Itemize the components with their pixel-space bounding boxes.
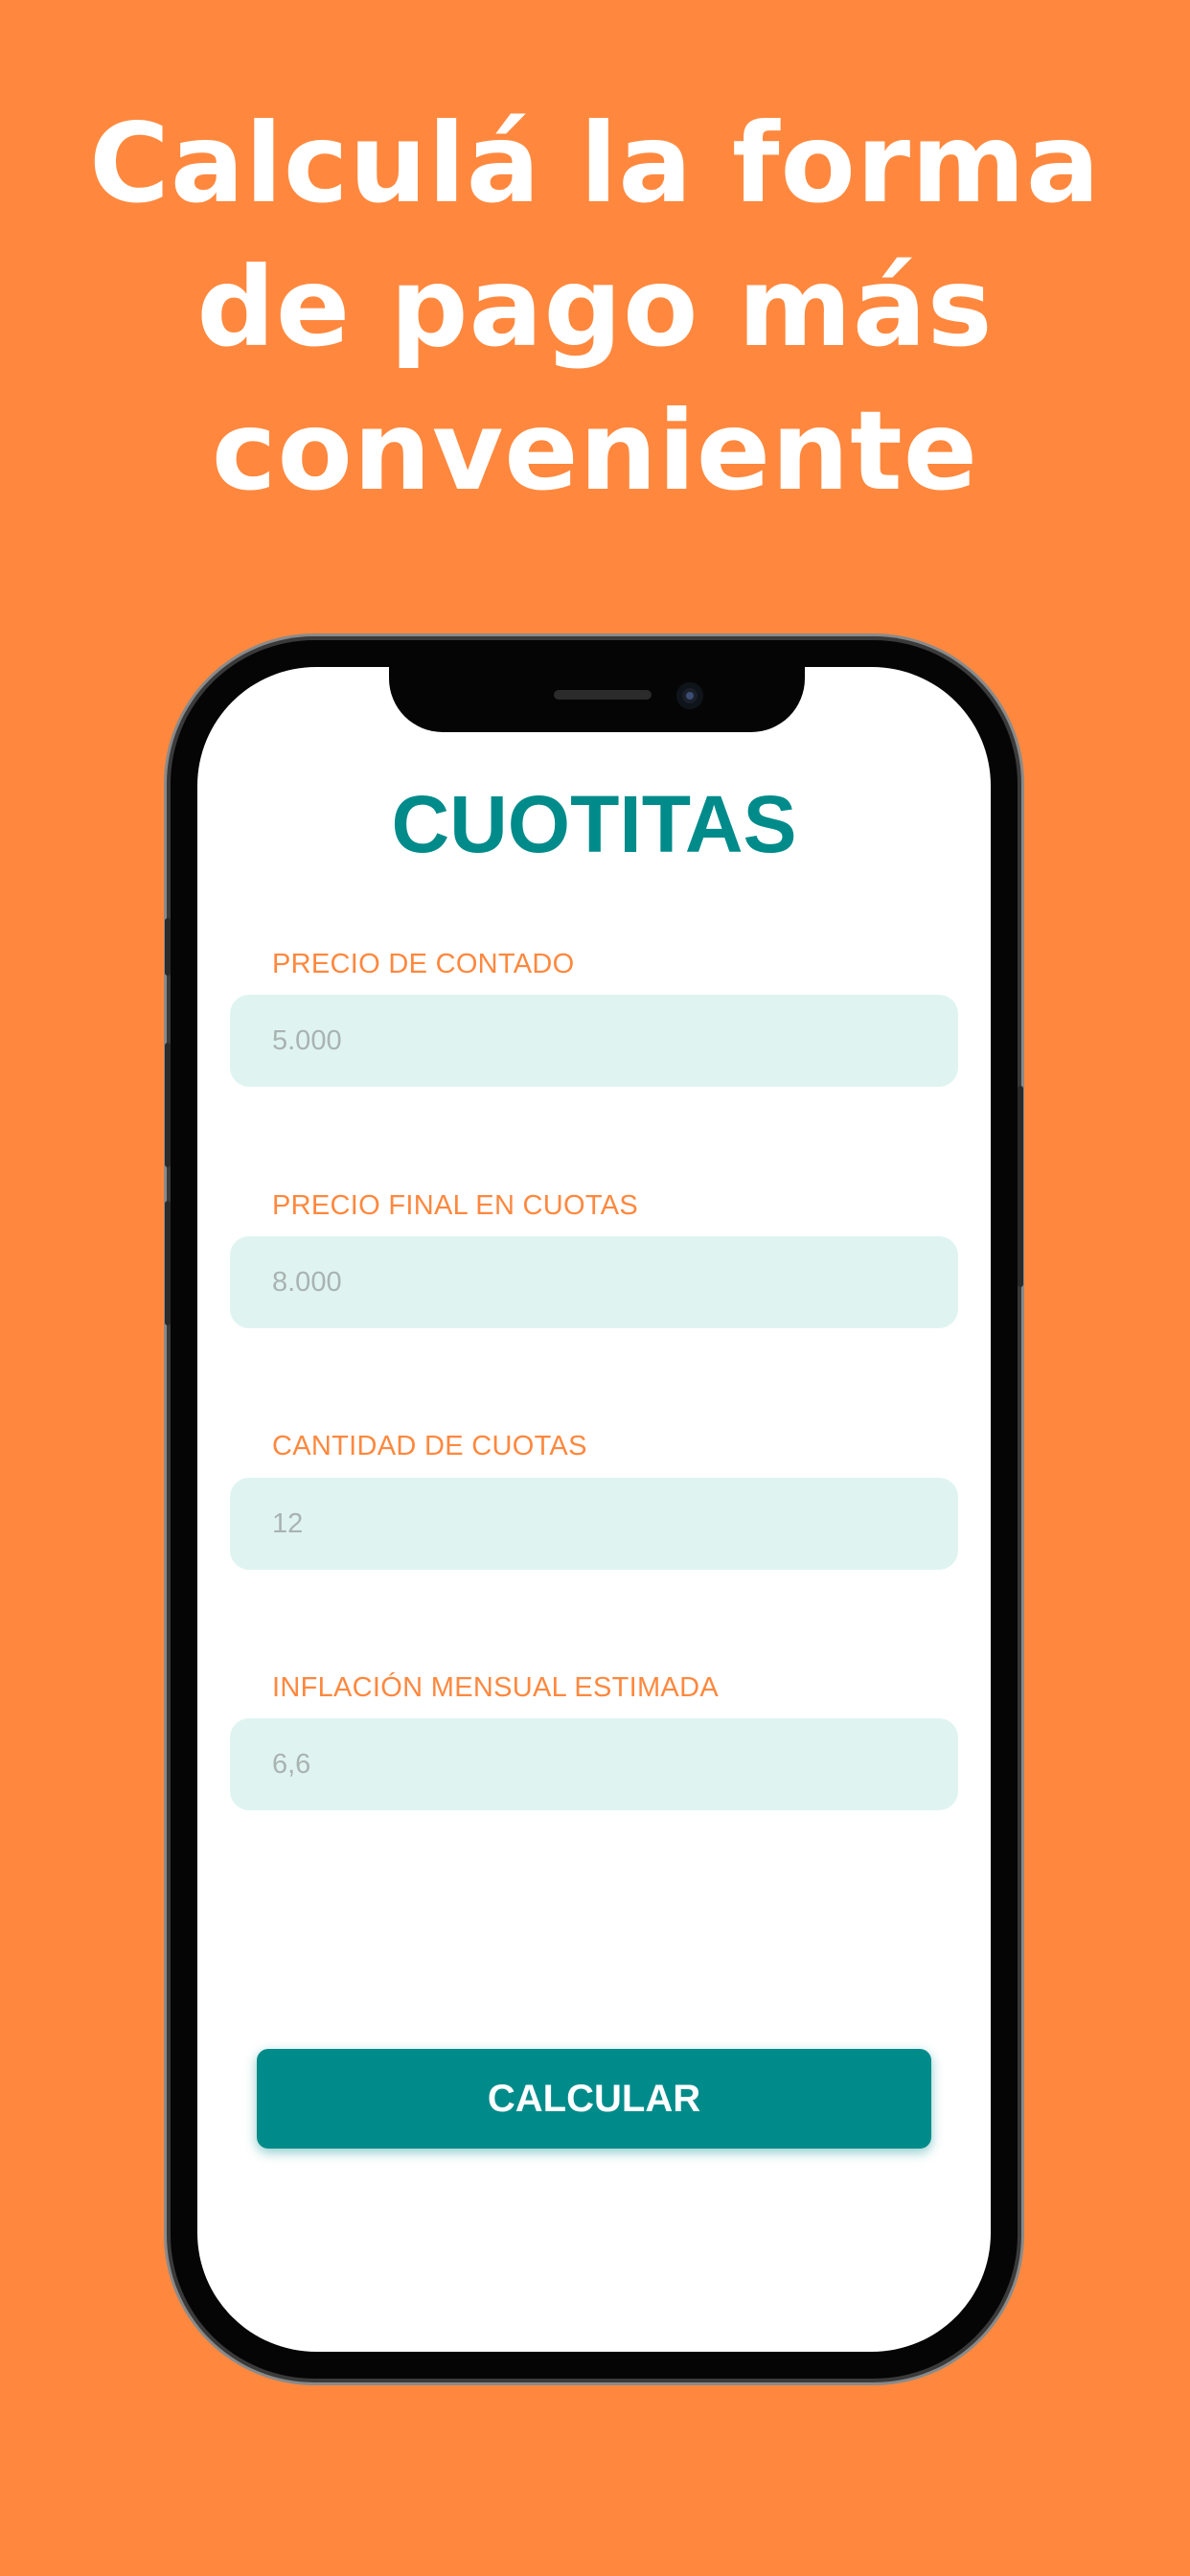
calculate-button[interactable]: CALCULAR [257, 2049, 931, 2149]
installments-final-price-input[interactable] [230, 1236, 958, 1328]
monthly-inflation-input[interactable] [230, 1718, 958, 1810]
phone-frame: CUOTITAS PRECIO DE CONTADO PRECIO FINAL … [165, 640, 1023, 2379]
power-button [1018, 1086, 1023, 1287]
label-cash-price: PRECIO DE CONTADO [272, 949, 575, 979]
volume-down-button [165, 1201, 171, 1325]
installment-count-input[interactable] [230, 1478, 958, 1570]
silent-switch [165, 918, 171, 976]
volume-up-button [165, 1043, 171, 1167]
speaker-grille [554, 690, 652, 700]
label-installments-final-price: PRECIO FINAL EN CUOTAS [272, 1190, 639, 1221]
cash-price-input[interactable] [230, 995, 958, 1087]
label-installment-count: CANTIDAD DE CUOTAS [272, 1431, 587, 1461]
phone-screen: CUOTITAS PRECIO DE CONTADO PRECIO FINAL … [197, 667, 991, 2352]
headline-line-2: de pago más [196, 243, 994, 371]
app-title: CUOTITAS [391, 779, 797, 869]
camera-icon [676, 682, 703, 709]
headline-line-1: Calculá la forma [89, 100, 1101, 227]
promo-headline: Calculá la forma de pago más conveniente [0, 92, 1190, 523]
label-monthly-inflation: INFLACIÓN MENSUAL ESTIMADA [272, 1672, 719, 1703]
notch [389, 667, 805, 732]
headline-line-3: conveniente [211, 387, 979, 515]
